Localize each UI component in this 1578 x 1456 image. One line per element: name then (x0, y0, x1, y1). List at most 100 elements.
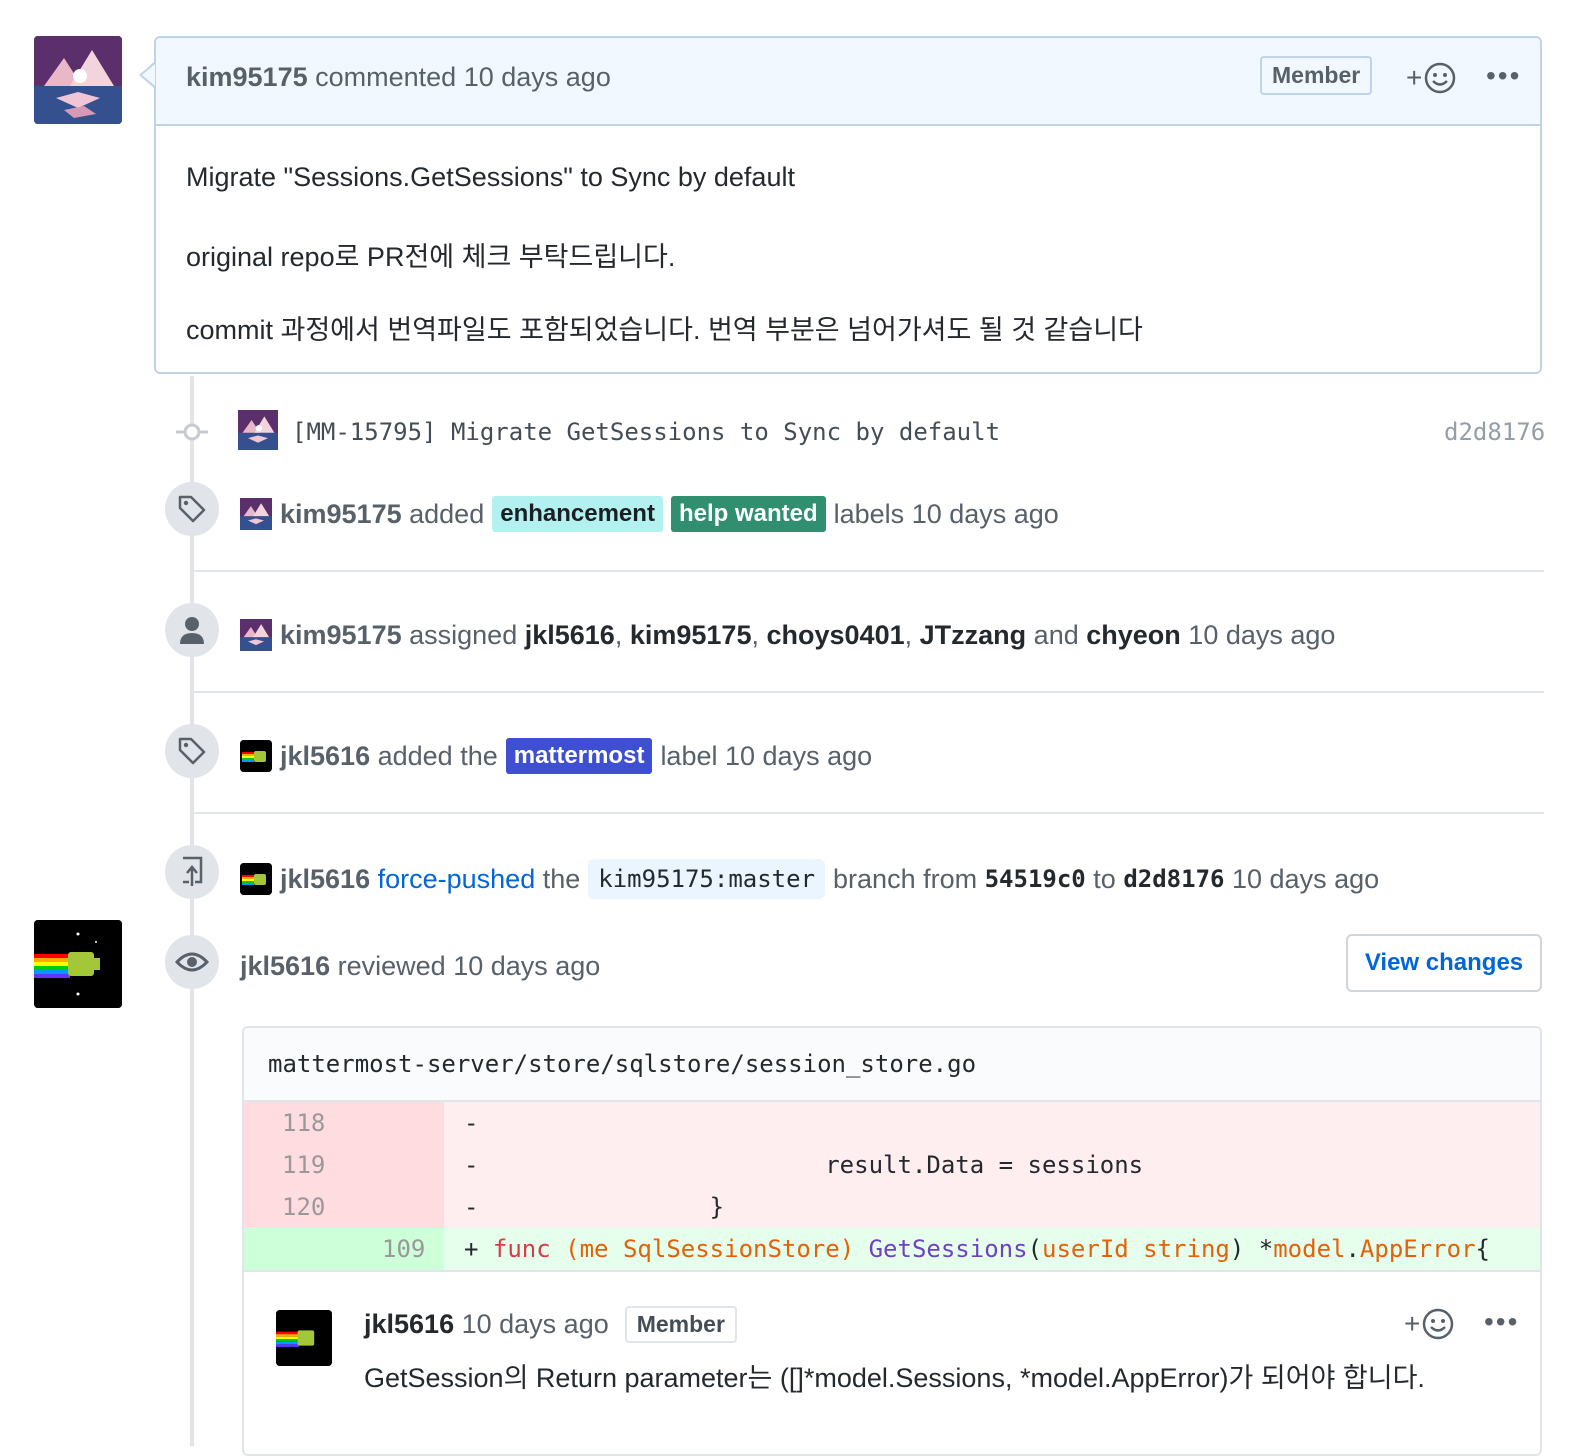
timeline-separator (194, 570, 1544, 572)
event-the: the (542, 863, 581, 894)
code-line: - result.Data = sessions (464, 1144, 1143, 1186)
code-star: * (1244, 1235, 1274, 1263)
add-reaction-button[interactable]: + (1404, 1308, 1454, 1340)
add-reaction-button[interactable]: + (1406, 62, 1456, 94)
line-number[interactable]: 118 (282, 1102, 325, 1144)
commit-sha-link[interactable]: d2d8176 (1444, 418, 1545, 446)
view-changes-button[interactable]: View changes (1346, 934, 1542, 992)
avatar-jkl5616[interactable] (34, 920, 122, 1008)
event-author[interactable]: kim95175 (280, 499, 402, 530)
diff-gutter (244, 1102, 444, 1144)
more-options-icon[interactable]: ••• (1484, 1306, 1519, 1338)
assignee-link[interactable]: JTzzang (920, 620, 1027, 651)
tag-icon (178, 495, 206, 523)
line-number[interactable]: 109 (382, 1228, 425, 1270)
timeline-badge-person (165, 603, 219, 657)
event-label-added: jkl5616 added the mattermost label 10 da… (240, 734, 872, 778)
label-help-wanted[interactable]: help wanted (670, 496, 826, 532)
comma: , (751, 619, 759, 650)
event-author[interactable]: jkl5616 (280, 741, 370, 772)
review-diff: mattermost-server/store/sqlstore/session… (242, 1026, 1542, 1456)
person-icon (180, 617, 204, 644)
eye-icon (175, 952, 209, 972)
event-time[interactable]: 10 days ago (453, 951, 600, 982)
event-author[interactable]: jkl5616 (240, 951, 330, 982)
and-text: and (1033, 619, 1079, 650)
timeline-separator (194, 812, 1544, 814)
diff-row-added: 109 + func (me SqlSessionStore) GetSessi… (244, 1228, 1540, 1270)
review-comment-avatar[interactable] (276, 1310, 332, 1366)
line-number[interactable]: 119 (282, 1144, 325, 1186)
review-comment-author[interactable]: jkl5616 (364, 1309, 454, 1340)
code-package: model (1273, 1235, 1346, 1263)
code-line: - (464, 1102, 478, 1144)
event-author[interactable]: kim95175 (280, 620, 402, 651)
small-avatar-jkl5616[interactable] (240, 863, 272, 895)
diff-header: mattermost-server/store/sqlstore/session… (244, 1028, 1540, 1102)
event-time[interactable]: 10 days ago (1188, 620, 1335, 651)
code-keyword: func (492, 1235, 551, 1263)
comment-line-3: commit 과정에서 번역파일도 포함되었습니다. 번역 부분은 넘어가셔도 … (186, 315, 1143, 345)
assignee-link[interactable]: chyeon (1086, 620, 1181, 651)
diff-divider (244, 1270, 1540, 1272)
diff-file-path[interactable]: mattermost-server/store/sqlstore/session… (268, 1050, 976, 1078)
event-verb: added the (377, 740, 498, 771)
comment-action: commented (315, 62, 457, 92)
code-receiver-type: SqlSessionStore) (622, 1235, 855, 1263)
small-avatar-kim95175[interactable] (240, 498, 272, 530)
avatar-kim95175[interactable] (34, 36, 122, 124)
line-number[interactable]: 120 (282, 1186, 325, 1228)
more-options-icon[interactable]: ••• (1486, 60, 1521, 92)
comment-header: kim95175 commented 10 days ago Member + … (156, 38, 1540, 126)
code-paren: ) (1229, 1235, 1245, 1263)
comment-author[interactable]: kim95175 (186, 62, 308, 92)
branch-name[interactable]: kim95175:master (588, 859, 826, 899)
review-comment-time[interactable]: 10 days ago (462, 1309, 609, 1340)
label-mattermost[interactable]: mattermost (505, 738, 653, 774)
comma: , (904, 619, 913, 650)
code-brace: { (1475, 1235, 1490, 1263)
event-time[interactable]: 10 days ago (1232, 864, 1379, 895)
event-force-push: jkl5616 force-pushed the kim95175:master… (240, 855, 1379, 903)
assignee-link[interactable]: choys0401 (767, 620, 905, 651)
assignee-link[interactable]: jkl5616 (525, 620, 615, 651)
comment-box: kim95175 commented 10 days ago Member + … (154, 36, 1542, 374)
tag-icon (178, 737, 206, 765)
smiley-icon (1423, 1308, 1454, 1340)
code-function: GetSessions (868, 1235, 1028, 1263)
timeline-badge-review (165, 935, 219, 989)
commit-message-link[interactable]: [MM-15795] Migrate GetSessions to Sync b… (292, 418, 1000, 446)
event-time[interactable]: 10 days ago (725, 741, 872, 772)
code-param: userId string (1042, 1235, 1230, 1263)
code-return-type: AppError (1359, 1235, 1476, 1263)
label-enhancement[interactable]: enhancement (492, 496, 663, 532)
force-pushed-link[interactable]: force-pushed (378, 864, 536, 895)
diff-row-deleted: 118 - (244, 1102, 1540, 1144)
code-line: - } (464, 1186, 724, 1228)
comment-pointer-fill (142, 64, 155, 86)
diff-row-deleted: 120 - } (244, 1186, 1540, 1228)
event-time[interactable]: 10 days ago (912, 499, 1059, 530)
comment-meta: kim95175 commented 10 days ago (186, 62, 611, 93)
comment-time[interactable]: 10 days ago (464, 62, 611, 92)
timeline-badge-push (165, 845, 219, 899)
small-avatar-jkl5616[interactable] (240, 740, 272, 772)
diff-row-deleted: 119 - result.Data = sessions (244, 1144, 1540, 1186)
diff-sign: - (464, 1109, 479, 1137)
small-avatar-kim95175[interactable] (240, 619, 272, 651)
event-author[interactable]: jkl5616 (280, 864, 370, 895)
timeline-badge-label (165, 724, 219, 778)
assignee-link[interactable]: kim95175 (630, 620, 752, 651)
member-badge: Member (624, 1306, 737, 1343)
event-verb: reviewed (337, 950, 446, 981)
diff-gutter (244, 1186, 444, 1228)
diff-sign: + (464, 1235, 479, 1263)
from-sha-link[interactable]: 54519c0 (985, 865, 1086, 893)
smiley-icon (1425, 62, 1456, 94)
to-sha-link[interactable]: d2d8176 (1123, 865, 1224, 893)
commit-icon (176, 423, 208, 441)
diff-sign: - (464, 1193, 479, 1221)
code-dot: . (1345, 1235, 1360, 1263)
commit-author-avatar[interactable] (238, 410, 278, 450)
plus-icon: + (1404, 1308, 1421, 1339)
